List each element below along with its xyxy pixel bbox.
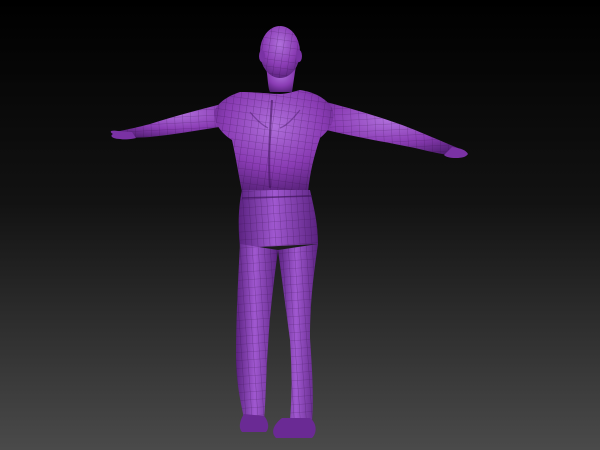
- viewport-canvas[interactable]: [0, 0, 600, 450]
- left-foot: [239, 414, 269, 432]
- 3d-viewport[interactable]: [0, 0, 600, 450]
- right-foot: [273, 418, 316, 438]
- pants-waist: [238, 190, 318, 248]
